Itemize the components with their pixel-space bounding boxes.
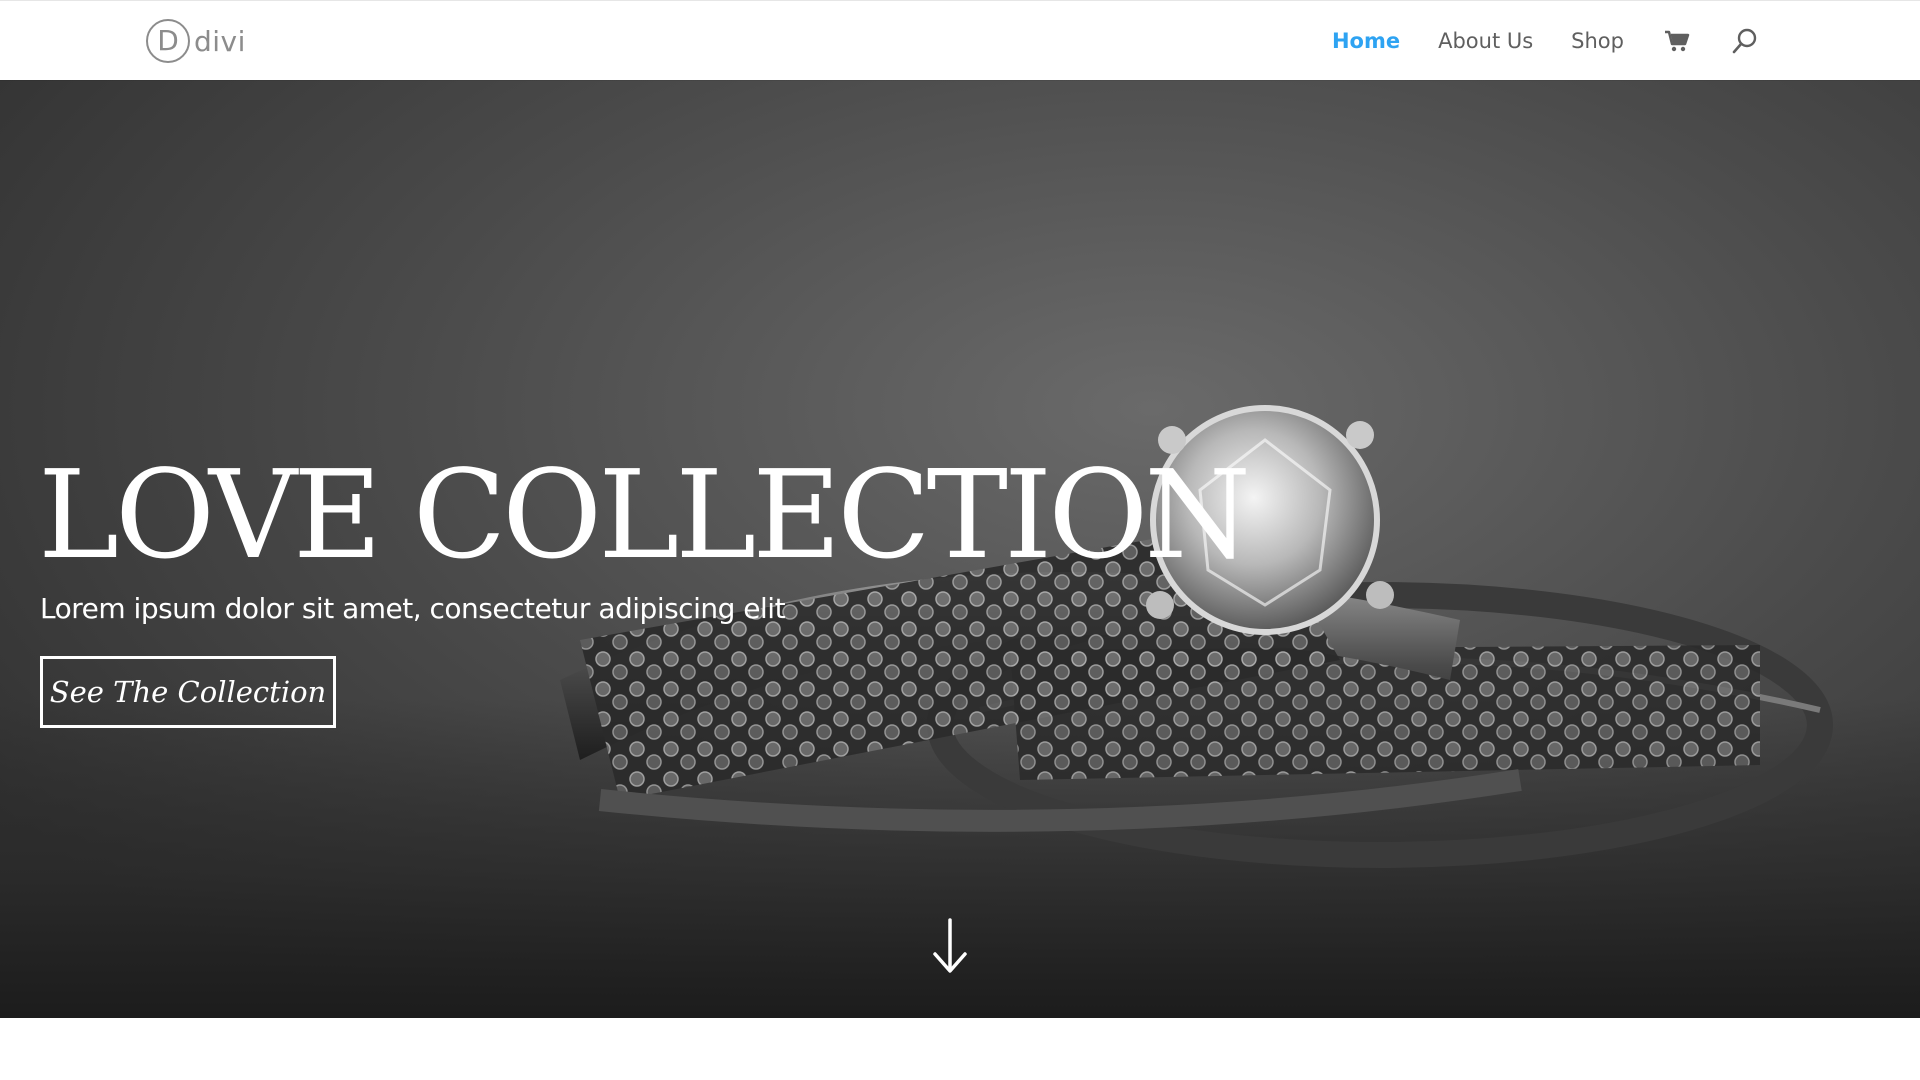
cart-icon[interactable] [1662,26,1692,56]
logo-mark: D [146,19,190,63]
see-collection-button[interactable]: See The Collection [40,656,336,728]
hero-section: LOVE COLLECTION Lorem ipsum dolor sit am… [0,80,1920,1018]
nav-shop[interactable]: Shop [1571,1,1624,81]
content-below-hero [0,1018,1920,1080]
nav-about-us[interactable]: About Us [1438,1,1533,81]
main-nav: Home About Us Shop [1294,1,1760,81]
logo-text: divi [194,24,246,58]
site-header: D divi Home About Us Shop [0,0,1920,80]
nav-home[interactable]: Home [1332,1,1400,81]
arrow-down-icon[interactable] [930,916,970,976]
hero-subtitle: Lorem ipsum dolor sit amet, consectetur … [40,592,786,625]
hero-title: LOVE COLLECTION [38,444,1251,586]
search-icon[interactable] [1730,26,1760,56]
divi-logo[interactable]: D divi [146,19,246,63]
